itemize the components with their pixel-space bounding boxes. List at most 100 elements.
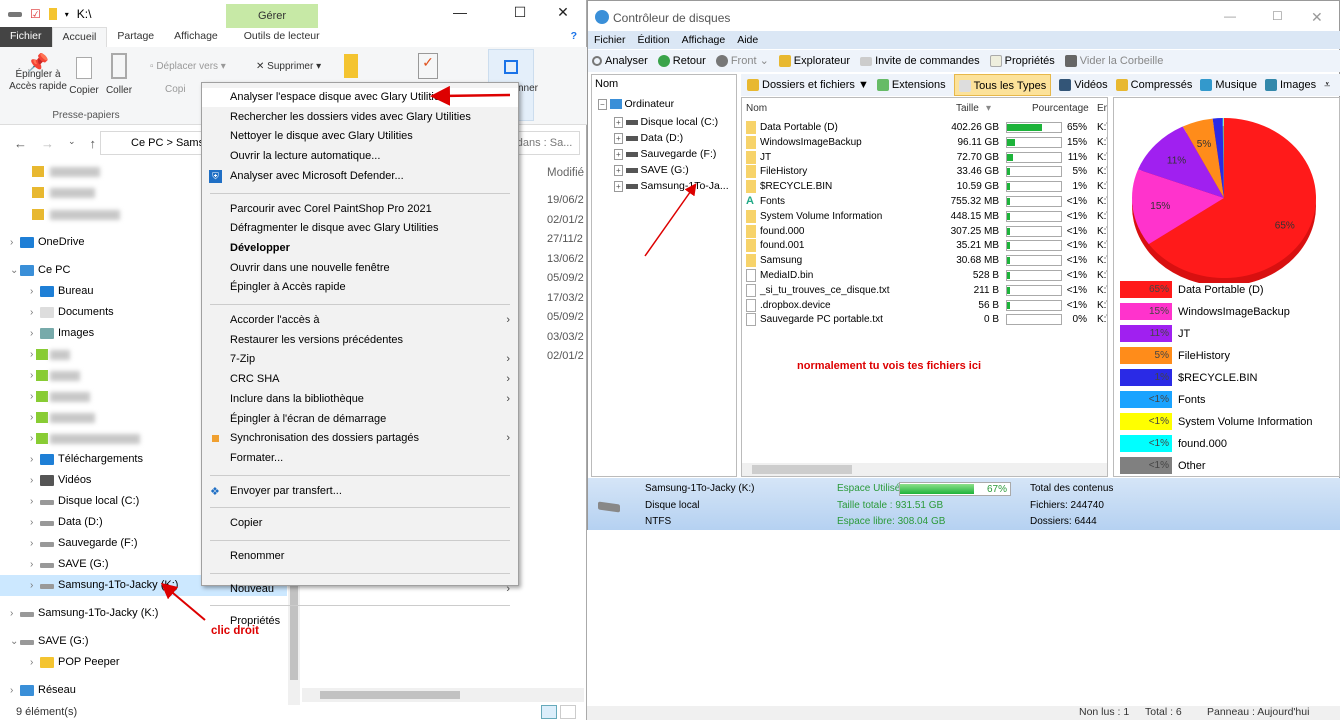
delete-button[interactable]: ✕ Supprimer ▾ xyxy=(256,61,321,73)
file-row[interactable]: A Fonts 755.32 MB <1% K:\ xyxy=(742,194,1107,209)
chevron-right-icon[interactable]: › xyxy=(10,232,13,253)
context-menu-item[interactable]: ❖ Envoyer par transfert... xyxy=(202,482,518,501)
context-menu-item[interactable]: CRC SHA › xyxy=(202,370,518,389)
maximize-button[interactable]: ☐ xyxy=(505,4,535,24)
chevron-right-icon[interactable]: › xyxy=(30,281,33,302)
chevron-right-icon[interactable]: › xyxy=(30,323,33,344)
copy-to-button[interactable]: Copi xyxy=(165,84,186,96)
maximize-button[interactable]: ☐ xyxy=(1272,9,1283,23)
folder-icon[interactable] xyxy=(48,8,57,20)
drive-tree-item[interactable]: + Disque local (C:) xyxy=(614,116,718,128)
pin-quick-access-button[interactable]: 📌 Épingler à Accès rapide xyxy=(8,54,68,93)
file-row[interactable]: found.000 307.25 MB <1% K:\ xyxy=(742,224,1107,239)
chevron-right-icon[interactable]: › xyxy=(30,386,33,407)
expand-icon[interactable]: + xyxy=(614,165,623,176)
chevron-right-icon[interactable]: › xyxy=(30,302,33,323)
context-menu-item[interactable]: Épingler à Accès rapide xyxy=(202,278,518,297)
chevron-right-icon[interactable]: › xyxy=(30,491,33,512)
file-row[interactable]: WindowsImageBackup 96.11 GB 15% K:\ xyxy=(742,135,1107,150)
expand-icon[interactable]: + xyxy=(614,181,623,192)
drive-tree-item[interactable]: − Ordinateur xyxy=(598,98,674,110)
column-modified[interactable]: Modifié xyxy=(547,167,584,179)
context-menu-item[interactable]: Nettoyer le disque avec Glary Utilities xyxy=(202,127,518,146)
forward-button[interactable]: Front ⌄ xyxy=(715,50,769,72)
filter-tab[interactable]: Extensions xyxy=(876,74,946,96)
context-menu-item[interactable]: ⛨ Analyser avec Microsoft Defender... xyxy=(202,167,518,186)
empty-recycle-bin-button[interactable]: Vider la Corbeille xyxy=(1064,50,1163,72)
chevron-right-icon[interactable]: › xyxy=(30,575,33,596)
chevron-right-icon[interactable]: › xyxy=(30,554,33,575)
panel-status[interactable]: Panneau : Aujourd'hui xyxy=(1207,706,1309,718)
col-taille[interactable]: Taille xyxy=(956,101,979,116)
menu-affichage[interactable]: Affichage xyxy=(682,31,726,49)
file-row[interactable]: found.001 35.21 MB <1% K:\ xyxy=(742,238,1107,253)
col-pourcentage[interactable]: Pourcentage xyxy=(1032,101,1089,116)
view-toggle[interactable] xyxy=(541,705,581,719)
analyze-button[interactable]: Analyser xyxy=(592,50,648,72)
tab-accueil[interactable]: Accueil xyxy=(51,27,108,47)
back-arrow-icon[interactable]: ← xyxy=(14,136,27,151)
properties-check-icon[interactable]: ✓ xyxy=(418,53,438,79)
context-menu-item[interactable]: Épingler à l'écran de démarrage xyxy=(202,410,518,429)
context-menu-item[interactable]: 7-Zip › xyxy=(202,350,518,369)
file-row[interactable]: .dropbox.device 56 B <1% K:\ xyxy=(742,298,1107,313)
menu-edition[interactable]: Édition xyxy=(638,31,670,49)
expand-icon[interactable]: + xyxy=(614,133,623,144)
manage-context-tab[interactable]: Gérer xyxy=(226,4,318,28)
filter-tab[interactable]: Musique xyxy=(1200,74,1257,96)
breadcrumb-drive[interactable]: Sams xyxy=(176,137,204,149)
tree-header[interactable]: Nom xyxy=(595,78,618,90)
copy-button[interactable]: Copier xyxy=(68,57,100,97)
menu-aide[interactable]: Aide xyxy=(737,31,758,49)
file-row[interactable]: _si_tu_trouves_ce_disque.txt 211 B <1% K… xyxy=(742,283,1107,298)
details-view-icon[interactable] xyxy=(541,705,557,719)
qat-dropdown-icon[interactable]: ▾ xyxy=(65,10,69,19)
tab-outils-de-lecteur[interactable]: Outils de lecteur xyxy=(234,27,330,47)
search-box[interactable]: r dans : Sa... xyxy=(510,137,572,149)
chevron-right-icon[interactable]: › xyxy=(30,652,33,673)
tab-affichage[interactable]: Affichage xyxy=(164,27,228,47)
context-menu-item[interactable]: Nouveau › xyxy=(202,580,518,599)
expand-icon[interactable]: + xyxy=(614,117,623,128)
horizontal-scrollbar[interactable] xyxy=(302,688,584,702)
context-menu-item[interactable]: Formater... xyxy=(202,449,518,468)
context-menu-item[interactable]: Analyser l'espace disque avec Glary Util… xyxy=(202,88,518,107)
chevron-right-icon[interactable]: › xyxy=(30,512,33,533)
move-to-button[interactable]: ▫ Déplacer vers ▾ xyxy=(150,61,226,73)
context-menu-item[interactable]: Accorder l'accès à › xyxy=(202,311,518,330)
minimize-button[interactable]: — xyxy=(1224,9,1236,23)
drive-tree-item[interactable]: + Samsung-1To-Ja... xyxy=(614,180,729,192)
drive-tree-item[interactable]: + Data (D:) xyxy=(614,132,683,144)
menu-fichier[interactable]: Fichier xyxy=(594,31,626,49)
context-menu-item[interactable]: Ouvrir la lecture automatique... xyxy=(202,147,518,166)
chevron-down-icon[interactable]: ⌄ xyxy=(10,631,18,652)
tiles-view-icon[interactable] xyxy=(560,705,576,719)
file-row[interactable]: Samsung 30.68 MB <1% K:\ xyxy=(742,253,1107,268)
chevron-down-icon[interactable]: ⌄ xyxy=(10,260,18,281)
expand-icon[interactable]: + xyxy=(614,149,623,160)
chevron-right-icon[interactable]: › xyxy=(30,533,33,554)
file-row[interactable]: $RECYCLE.BIN 10.59 GB 1% K:\ xyxy=(742,179,1107,194)
expand-icon[interactable]: − xyxy=(598,99,607,110)
nav-item[interactable]: › Réseau xyxy=(0,680,287,701)
context-menu-item[interactable]: Ouvrir dans une nouvelle fenêtre xyxy=(202,259,518,278)
chevron-right-icon[interactable]: › xyxy=(30,344,33,365)
explorer-button[interactable]: Explorateur xyxy=(778,50,850,72)
filter-tab[interactable]: Dossiers et fichiers ▼ xyxy=(747,74,869,96)
properties-button[interactable]: Propriétés xyxy=(989,50,1055,72)
command-prompt-button[interactable]: Invite de commandes xyxy=(860,50,980,72)
filter-tab[interactable]: Images xyxy=(1265,74,1316,96)
file-row[interactable]: Sauvegarde PC portable.txt 0 B 0% K:\ xyxy=(742,312,1107,327)
close-button[interactable]: ✕ xyxy=(1311,9,1323,26)
file-row[interactable]: FileHistory 33.46 GB 5% K:\ xyxy=(742,164,1107,179)
chevron-right-icon[interactable]: › xyxy=(30,365,33,386)
context-menu-item[interactable]: Inclure dans la bibliothèque › xyxy=(202,390,518,409)
new-folder-icon[interactable] xyxy=(344,54,358,78)
context-menu-item[interactable]: Copier xyxy=(202,514,518,533)
context-menu-item[interactable]: Rechercher les dossiers vides avec Glary… xyxy=(202,108,518,127)
drive-tree-item[interactable]: + Sauvegarde (F:) xyxy=(614,148,716,160)
col-emplacement[interactable]: Em xyxy=(1097,101,1107,116)
context-menu-item[interactable]: Défragmenter le disque avec Glary Utilit… xyxy=(202,219,518,238)
chevron-right-icon[interactable]: › xyxy=(30,449,33,470)
close-button[interactable]: ✕ xyxy=(548,4,578,24)
